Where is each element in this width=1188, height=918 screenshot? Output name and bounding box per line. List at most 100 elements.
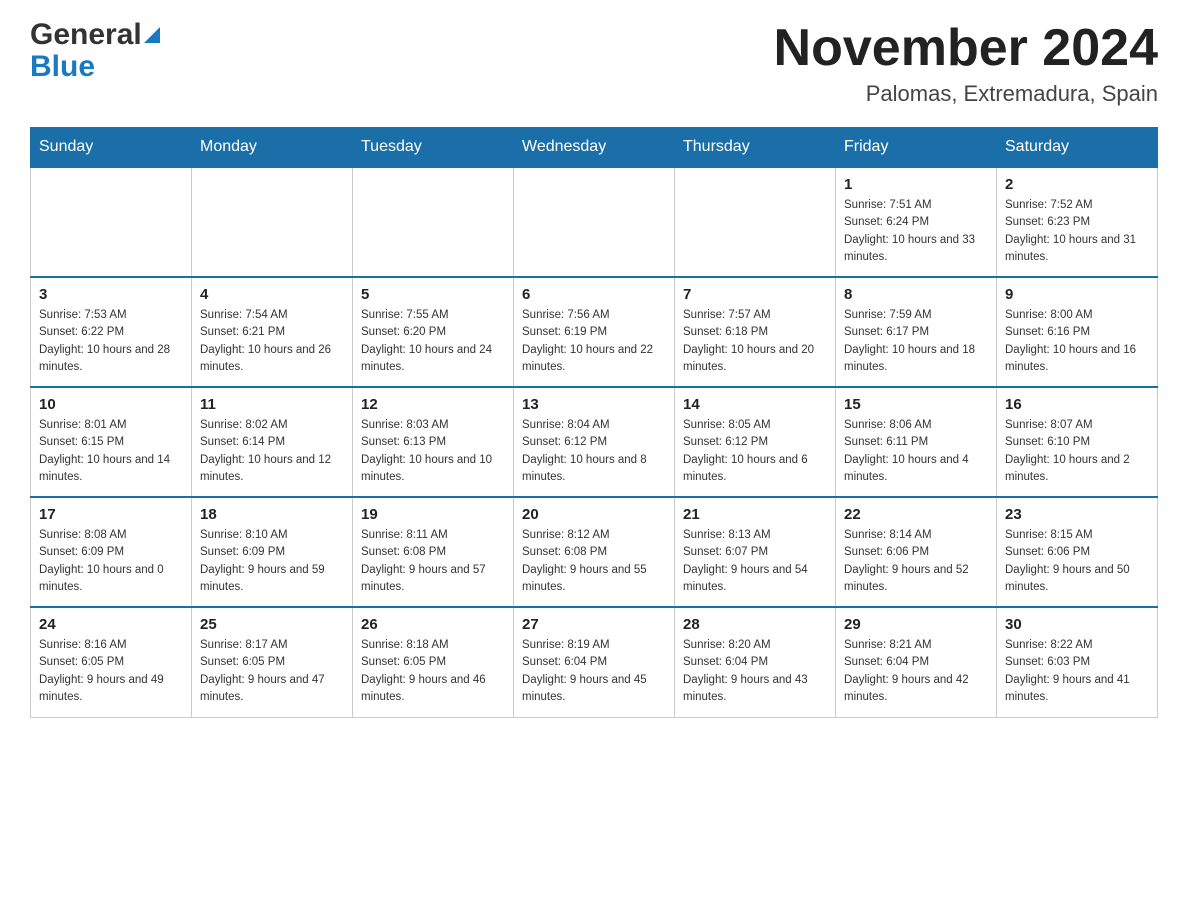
day-number: 16 — [1005, 396, 1149, 413]
calendar-cell — [192, 167, 353, 277]
day-number: 12 — [361, 396, 505, 413]
calendar-week-row: 10 Sunrise: 8:01 AMSunset: 6:15 PMDayligh… — [31, 387, 1158, 497]
day-info: Sunrise: 8:12 AMSunset: 6:08 PMDaylight:… — [522, 527, 666, 596]
day-info: Sunrise: 7:52 AMSunset: 6:23 PMDaylight:… — [1005, 197, 1149, 266]
calendar-cell — [31, 167, 192, 277]
calendar-cell: 5 Sunrise: 7:55 AMSunset: 6:20 PMDaylight… — [353, 277, 514, 387]
day-info: Sunrise: 8:11 AMSunset: 6:08 PMDaylight:… — [361, 527, 505, 596]
calendar-cell: 6Sunrise: 7:56 AMSunset: 6:19 PMDaylight… — [514, 277, 675, 387]
day-info: Sunrise: 8:21 AMSunset: 6:04 PMDaylight:… — [844, 637, 988, 706]
day-number: 4 — [200, 286, 344, 303]
day-info: Sunrise: 8:15 AMSunset: 6:06 PMDaylight:… — [1005, 527, 1149, 596]
calendar-week-row: 1 Sunrise: 7:51 AMSunset: 6:24 PMDaylight… — [31, 167, 1158, 277]
day-info: Sunrise: 8:03 AMSunset: 6:13 PMDaylight:… — [361, 417, 505, 486]
day-info: Sunrise: 8:01 AMSunset: 6:15 PMDaylight:… — [39, 417, 183, 486]
calendar-cell: 9Sunrise: 8:00 AMSunset: 6:16 PMDaylight… — [997, 277, 1158, 387]
day-info: Sunrise: 7:54 AMSunset: 6:21 PMDaylight:… — [200, 307, 344, 376]
calendar-cell: 16 Sunrise: 8:07 AMSunset: 6:10 PMDayligh… — [997, 387, 1158, 497]
day-info: Sunrise: 7:51 AMSunset: 6:24 PMDaylight:… — [844, 197, 988, 266]
day-number: 25 — [200, 616, 344, 633]
col-header-friday: Friday — [836, 128, 997, 168]
day-number: 29 — [844, 616, 988, 633]
day-number: 5 — [361, 286, 505, 303]
calendar-cell: 17 Sunrise: 8:08 AMSunset: 6:09 PMDayligh… — [31, 497, 192, 607]
logo: General Blue — [30, 20, 160, 84]
day-number: 20 — [522, 506, 666, 523]
day-number: 30 — [1005, 616, 1149, 633]
calendar-cell: 26Sunrise: 8:18 AMSunset: 6:05 PMDayligh… — [353, 607, 514, 717]
calendar-cell: 18 Sunrise: 8:10 AMSunset: 6:09 PMDayligh… — [192, 497, 353, 607]
calendar-cell: 23 Sunrise: 8:15 AMSunset: 6:06 PMDayligh… — [997, 497, 1158, 607]
day-info: Sunrise: 7:53 AMSunset: 6:22 PMDaylight:… — [39, 307, 183, 376]
day-number: 9 — [1005, 286, 1149, 303]
calendar-cell: 21 Sunrise: 8:13 AMSunset: 6:07 PMDayligh… — [675, 497, 836, 607]
day-number: 13 — [522, 396, 666, 413]
calendar-cell: 8Sunrise: 7:59 AMSunset: 6:17 PMDaylight… — [836, 277, 997, 387]
day-info: Sunrise: 8:19 AMSunset: 6:04 PMDaylight:… — [522, 637, 666, 706]
day-number: 17 — [39, 506, 183, 523]
calendar-cell: 14 Sunrise: 8:05 AMSunset: 6:12 PMDayligh… — [675, 387, 836, 497]
day-number: 1 — [844, 176, 988, 193]
calendar-cell: 29 Sunrise: 8:21 AMSunset: 6:04 PMDayligh… — [836, 607, 997, 717]
day-number: 14 — [683, 396, 827, 413]
day-info: Sunrise: 8:10 AMSunset: 6:09 PMDaylight:… — [200, 527, 344, 596]
day-number: 8 — [844, 286, 988, 303]
day-number: 24 — [39, 616, 183, 633]
calendar-cell: 22Sunrise: 8:14 AMSunset: 6:06 PMDayligh… — [836, 497, 997, 607]
day-number: 23 — [1005, 506, 1149, 523]
day-info: Sunrise: 8:05 AMSunset: 6:12 PMDaylight:… — [683, 417, 827, 486]
calendar-cell: 15Sunrise: 8:06 AMSunset: 6:11 PMDayligh… — [836, 387, 997, 497]
day-number: 15 — [844, 396, 988, 413]
calendar-cell: 30 Sunrise: 8:22 AMSunset: 6:03 PMDayligh… — [997, 607, 1158, 717]
logo-arrow-icon — [144, 23, 160, 47]
calendar-cell: 3 Sunrise: 7:53 AMSunset: 6:22 PMDaylight… — [31, 277, 192, 387]
location-subtitle: Palomas, Extremadura, Spain — [774, 81, 1158, 107]
calendar-cell: 19Sunrise: 8:11 AMSunset: 6:08 PMDayligh… — [353, 497, 514, 607]
day-info: Sunrise: 8:08 AMSunset: 6:09 PMDaylight:… — [39, 527, 183, 596]
day-info: Sunrise: 8:07 AMSunset: 6:10 PMDaylight:… — [1005, 417, 1149, 486]
day-number: 27 — [522, 616, 666, 633]
day-info: Sunrise: 7:56 AMSunset: 6:19 PMDaylight:… — [522, 307, 666, 376]
calendar-cell: 24 Sunrise: 8:16 AMSunset: 6:05 PMDayligh… — [31, 607, 192, 717]
col-header-thursday: Thursday — [675, 128, 836, 168]
day-info: Sunrise: 8:14 AMSunset: 6:06 PMDaylight:… — [844, 527, 988, 596]
col-header-wednesday: Wednesday — [514, 128, 675, 168]
calendar-week-row: 3 Sunrise: 7:53 AMSunset: 6:22 PMDaylight… — [31, 277, 1158, 387]
col-header-tuesday: Tuesday — [353, 128, 514, 168]
calendar-cell: 1 Sunrise: 7:51 AMSunset: 6:24 PMDaylight… — [836, 167, 997, 277]
day-number: 2 — [1005, 176, 1149, 193]
calendar-week-row: 24 Sunrise: 8:16 AMSunset: 6:05 PMDayligh… — [31, 607, 1158, 717]
calendar-cell: 2 Sunrise: 7:52 AMSunset: 6:23 PMDaylight… — [997, 167, 1158, 277]
day-info: Sunrise: 7:55 AMSunset: 6:20 PMDaylight:… — [361, 307, 505, 376]
day-info: Sunrise: 8:18 AMSunset: 6:05 PMDaylight:… — [361, 637, 505, 706]
calendar-cell — [675, 167, 836, 277]
day-number: 18 — [200, 506, 344, 523]
calendar-table: SundayMondayTuesdayWednesdayThursdayFrid… — [30, 127, 1158, 718]
day-info: Sunrise: 8:22 AMSunset: 6:03 PMDaylight:… — [1005, 637, 1149, 706]
calendar-cell: 28Sunrise: 8:20 AMSunset: 6:04 PMDayligh… — [675, 607, 836, 717]
calendar-cell: 11Sunrise: 8:02 AMSunset: 6:14 PMDayligh… — [192, 387, 353, 497]
day-number: 7 — [683, 286, 827, 303]
page-header: General Blue November 2024 Palomas, Extr… — [30, 20, 1158, 107]
calendar-cell: 10 Sunrise: 8:01 AMSunset: 6:15 PMDayligh… — [31, 387, 192, 497]
month-title: November 2024 — [774, 20, 1158, 77]
calendar-cell: 25 Sunrise: 8:17 AMSunset: 6:05 PMDayligh… — [192, 607, 353, 717]
calendar-week-row: 17 Sunrise: 8:08 AMSunset: 6:09 PMDayligh… — [31, 497, 1158, 607]
calendar-cell — [353, 167, 514, 277]
calendar-cell: 7 Sunrise: 7:57 AMSunset: 6:18 PMDaylight… — [675, 277, 836, 387]
day-number: 3 — [39, 286, 183, 303]
col-header-monday: Monday — [192, 128, 353, 168]
day-number: 28 — [683, 616, 827, 633]
col-header-saturday: Saturday — [997, 128, 1158, 168]
calendar-cell: 4 Sunrise: 7:54 AMSunset: 6:21 PMDaylight… — [192, 277, 353, 387]
day-info: Sunrise: 7:57 AMSunset: 6:18 PMDaylight:… — [683, 307, 827, 376]
day-info: Sunrise: 8:13 AMSunset: 6:07 PMDaylight:… — [683, 527, 827, 596]
calendar-cell — [514, 167, 675, 277]
logo-blue-text: Blue — [30, 50, 95, 83]
day-info: Sunrise: 8:17 AMSunset: 6:05 PMDaylight:… — [200, 637, 344, 706]
day-info: Sunrise: 8:16 AMSunset: 6:05 PMDaylight:… — [39, 637, 183, 706]
day-number: 21 — [683, 506, 827, 523]
day-number: 10 — [39, 396, 183, 413]
calendar-cell: 13Sunrise: 8:04 AMSunset: 6:12 PMDayligh… — [514, 387, 675, 497]
logo-general-text: General — [30, 20, 142, 50]
